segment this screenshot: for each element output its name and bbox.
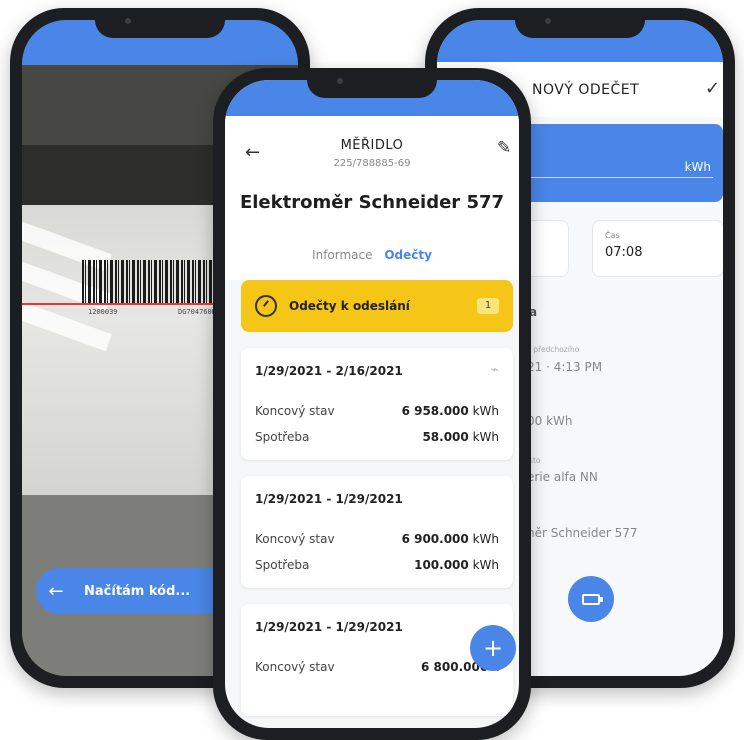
previous-label: s předchozího	[527, 345, 580, 354]
reading-card[interactable]: 1/29/2021 - 1/29/2021 Koncový stav 6 900…	[241, 476, 513, 588]
meter-phone: ← MĚŘIDLO 225/788885-69 ✎ Elektroměr Sch…	[213, 68, 531, 740]
usage-row: Spotřeba 100.000 kWh	[255, 558, 499, 572]
tab-odecty[interactable]: Odečty	[384, 248, 432, 262]
reading-range: 1/29/2021 - 1/29/2021	[255, 620, 403, 634]
gauge-icon	[255, 295, 277, 317]
unit-label: kWh	[684, 160, 711, 174]
final-state-label: Koncový stav	[255, 660, 335, 674]
usage-unit: kWh	[472, 430, 499, 444]
final-state-unit: kWh	[472, 532, 499, 546]
scan-status-label: Načítám kód...	[84, 583, 191, 599]
final-state-value: 6 958.000	[401, 404, 469, 418]
reading-card[interactable]: 1/29/2021 - 2/16/2021 ⌁ Koncový stav 6 9…	[241, 348, 513, 460]
reading-card[interactable]: 1/29/2021 - 1/29/2021 Koncový stav 6 800…	[241, 604, 513, 716]
final-state-value: 6 900.000	[401, 532, 469, 546]
final-state-row: Koncový stav 6 800.000 k	[255, 660, 499, 674]
time-label: Čas	[605, 231, 620, 240]
time-field[interactable]: Čas 07:08	[592, 220, 723, 277]
usage-unit: kWh	[472, 558, 499, 572]
readings-to-send-card[interactable]: Odečty k odeslání 1	[241, 280, 513, 332]
scan-button[interactable]	[568, 576, 614, 622]
to-send-count-badge: 1	[477, 298, 499, 314]
meter-name-fragment: něr Schneider 577	[527, 526, 638, 540]
check-icon[interactable]: ✓	[705, 78, 720, 99]
usage-label: Spotřeba	[255, 558, 310, 572]
to-send-label: Odečty k odeslání	[289, 299, 410, 313]
tab-informace[interactable]: Informace	[312, 248, 372, 262]
usage-value: 58.000	[422, 430, 469, 444]
place-value: erie alfa NN	[527, 470, 598, 484]
value-fragment: 00 kWh	[527, 414, 573, 428]
page-title: NOVÝ ODEČET	[532, 82, 640, 98]
meter-name: Elektroměr Schneider 577	[239, 192, 505, 213]
usage-row: Spotřeba 58.000 kWh	[255, 430, 499, 444]
meter-screen: ← MĚŘIDLO 225/788885-69 ✎ Elektroměr Sch…	[225, 80, 519, 728]
barcode-number-left: 1200039	[88, 308, 118, 316]
tab-bar: Informace Odečty	[225, 248, 519, 262]
wifi-off-icon: ⌁	[490, 362, 499, 378]
add-reading-button[interactable]: +	[470, 625, 516, 671]
meter-serial: 225/788885-69	[333, 158, 411, 169]
notch	[95, 8, 225, 38]
usage-label: Spotřeba	[255, 430, 310, 444]
reading-range: 1/29/2021 - 1/29/2021	[255, 492, 403, 506]
page-title: MĚŘIDLO	[340, 138, 404, 153]
reading-range: 1/29/2021 - 2/16/2021	[255, 364, 403, 378]
notch	[515, 8, 645, 38]
usage-value: 100.000	[414, 558, 469, 572]
final-state-label: Koncový stav	[255, 404, 335, 418]
final-state-row: Koncový stav 6 958.000 kWh	[255, 404, 499, 418]
final-state-unit: kWh	[472, 404, 499, 418]
time-value: 07:08	[605, 245, 643, 260]
notch	[307, 68, 437, 98]
battery-icon	[582, 593, 603, 605]
arrow-left-icon[interactable]: ←	[36, 581, 76, 602]
final-state-row: Koncový stav 6 900.000 kWh	[255, 532, 499, 546]
pencil-icon[interactable]: ✎	[497, 138, 511, 158]
final-state-label: Koncový stav	[255, 532, 335, 546]
previous-value: 21 · 4:13 PM	[527, 360, 603, 374]
